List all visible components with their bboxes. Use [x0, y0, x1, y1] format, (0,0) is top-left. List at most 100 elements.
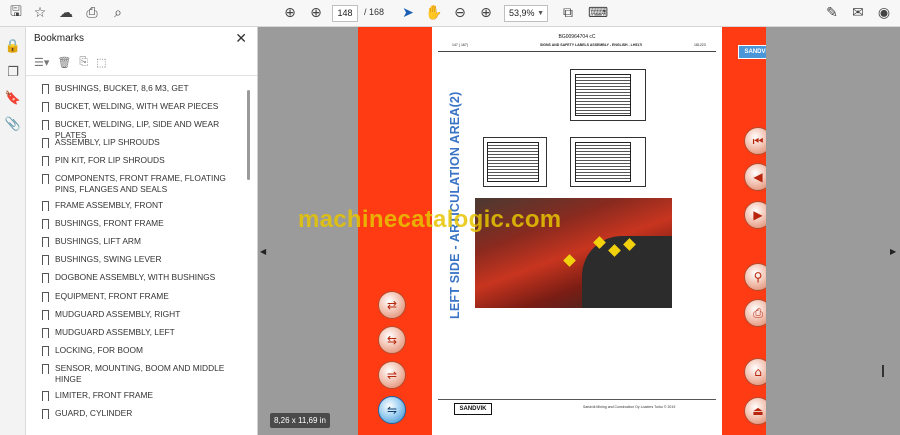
list-item[interactable]: BUSHINGS, LIFT ARM: [42, 236, 244, 247]
close-icon[interactable]: ✕: [235, 30, 247, 47]
nav-button-2[interactable]: ⇆: [378, 326, 406, 354]
zoom-in-icon[interactable]: ⊕: [476, 4, 496, 22]
sign-pen-icon[interactable]: ✎: [822, 4, 842, 22]
next-page-icon[interactable]: ▶: [744, 201, 766, 229]
watermark: machinecatalogic.com: [298, 206, 562, 233]
bookmark-icon: [42, 391, 49, 401]
list-item[interactable]: MUDGUARD ASSEMBLY, LEFT: [42, 327, 244, 338]
list-item[interactable]: MUDGUARD ASSEMBLY, RIGHT: [42, 309, 244, 320]
list-item[interactable]: EQUIPMENT, FRONT FRAME: [42, 291, 244, 302]
page-size-badge: 8,26 x 11,69 in: [270, 413, 330, 428]
zoom-out-icon[interactable]: ⊖: [450, 4, 470, 22]
scrollbar[interactable]: [247, 90, 250, 180]
first-page-icon[interactable]: ⏮: [744, 127, 766, 155]
list-item[interactable]: LIMITER, FRONT FRAME: [42, 390, 244, 401]
tag-icon[interactable]: ⬚: [96, 56, 106, 69]
header-title: SIGNS AND SAFETY LABELS ASSEMBLY - ENGLI…: [540, 43, 643, 47]
bookmark-icon: [42, 174, 49, 184]
previous-page-icon[interactable]: ⊕: [280, 4, 300, 22]
email-icon[interactable]: ✉: [848, 4, 868, 22]
prev-page-icon[interactable]: ◀: [744, 163, 766, 191]
document-code: BG00964704 cC: [558, 34, 596, 40]
save-icon[interactable]: 🖫: [6, 4, 26, 22]
delete-icon[interactable]: 🗑: [57, 56, 71, 69]
footer-text: Sandvik Mining and Construction Oy Loade…: [583, 405, 676, 409]
header-date: 181223: [694, 43, 706, 47]
panel-title: Bookmarks: [34, 33, 85, 44]
list-item[interactable]: BUSHINGS, SWING LEVER: [42, 254, 244, 265]
bookmark-icon: [42, 156, 49, 166]
scrollbar-thumb[interactable]: [882, 365, 884, 377]
new-bookmark-icon[interactable]: ⎘: [79, 56, 88, 69]
bookmark-icon: [42, 255, 49, 265]
bookmark-icon: [42, 364, 49, 374]
zoom-select[interactable]: 53,9% ▼: [504, 5, 548, 22]
print-icon[interactable]: ⎙: [82, 4, 102, 22]
label-plate-left: [483, 137, 547, 187]
nav-button-3[interactable]: ⇌: [378, 361, 406, 389]
hand-tool-icon[interactable]: ✋: [424, 4, 444, 22]
header-divider: [438, 51, 716, 52]
keyboard-icon[interactable]: ⌨: [588, 4, 608, 22]
bookmark-tools: ☰▾ 🗑 ⎘ ⬚: [34, 54, 107, 70]
marker-shape: [563, 254, 576, 267]
bookmark-list: BUSHINGS, BUCKET, 8,6 M3, GET BUCKET, WE…: [26, 79, 248, 435]
bookmark-star-icon[interactable]: ☆: [30, 4, 50, 22]
next-page-icon[interactable]: ⊕: [306, 4, 326, 22]
printer-icon[interactable]: ⎙: [744, 299, 766, 327]
lock-icon[interactable]: 🔒: [4, 37, 22, 55]
options-menu-icon[interactable]: ☰▾: [34, 56, 49, 69]
list-item[interactable]: BUSHINGS, BUCKET, 8,6 M3, GET: [42, 83, 244, 94]
select-cursor-icon[interactable]: ➤: [398, 4, 418, 22]
divider: [26, 75, 257, 76]
bookmark-icon: [42, 120, 49, 130]
fit-page-icon[interactable]: ⧉: [558, 4, 578, 22]
header-page-ref: 147 ( 167): [452, 43, 468, 47]
binoculars-icon[interactable]: ⚲: [744, 263, 766, 291]
list-item[interactable]: LOCKING, FOR BOOM: [42, 345, 244, 356]
bookmark-icon: [42, 237, 49, 247]
nav-button-1[interactable]: ⇄: [378, 291, 406, 319]
main-toolbar: 🖫 ☆ ☁ ⎙ ⌕ ⊕ ⊕ 148 / 168 ➤ ✋ ⊖ ⊕ 53,9% ▼ ⧉…: [0, 0, 900, 27]
bookmark-icon: [42, 310, 49, 320]
search-icon[interactable]: ⌕: [108, 4, 128, 22]
exit-icon[interactable]: ⏏: [744, 397, 766, 425]
nav-button-4[interactable]: ⇋: [378, 396, 406, 424]
label-plate-top: [570, 69, 646, 121]
home-icon[interactable]: ⌂: [744, 358, 766, 386]
list-item[interactable]: ASSEMBLY, LIP SHROUDS: [42, 137, 244, 148]
pages-icon[interactable]: ❐: [4, 63, 22, 81]
bookmark-icon: [42, 84, 49, 94]
list-item[interactable]: FRAME ASSEMBLY, FRONT: [42, 200, 244, 211]
list-item[interactable]: SENSOR, MOUNTING, BOOM AND MIDDLE HINGE: [42, 363, 244, 385]
bookmark-icon: [42, 292, 49, 302]
bookmark-icon: [42, 328, 49, 338]
chevron-down-icon: ▼: [537, 10, 544, 17]
bookmark-icon: [42, 273, 49, 283]
list-item[interactable]: PIN KIT, FOR LIP SHROUDS: [42, 155, 244, 166]
list-item[interactable]: COMPONENTS, FRONT FRAME, FLOATING PINS, …: [42, 173, 244, 195]
cloud-upload-icon[interactable]: ☁: [56, 4, 76, 22]
label-plate-right: [570, 137, 646, 187]
list-item[interactable]: BUSHINGS, FRONT FRAME: [42, 218, 244, 229]
sandvik-logo-footer: SANDVIK: [454, 403, 492, 415]
list-item[interactable]: BUCKET, WELDING, WITH WEAR PIECES: [42, 101, 244, 112]
footer-divider: [438, 399, 716, 400]
collapse-right-icon[interactable]: ▶: [890, 247, 896, 256]
collapse-left-icon[interactable]: ◀: [260, 247, 266, 256]
list-item[interactable]: GUARD, CYLINDER: [42, 408, 244, 419]
left-tool-rail: 🔒 ❐ 🔖 📎: [0, 27, 26, 435]
bookmark-icon: [42, 219, 49, 229]
list-item[interactable]: DOGBONE ASSEMBLY, WITH BUSHINGS: [42, 272, 244, 283]
page-total: / 168: [364, 7, 385, 17]
bookmarks-panel: Bookmarks ✕ ☰▾ 🗑 ⎘ ⬚ BUSHINGS, BUCKET, 8…: [26, 27, 258, 435]
bookmark-icon: [42, 138, 49, 148]
bookmark-icon: [42, 201, 49, 211]
bookmark-icon: [42, 409, 49, 419]
attachment-icon[interactable]: 📎: [4, 115, 22, 133]
account-icon[interactable]: ◉: [874, 4, 894, 22]
page-number-input[interactable]: 148: [332, 5, 358, 22]
bookmarks-icon[interactable]: 🔖: [4, 89, 22, 107]
bookmark-icon: [42, 346, 49, 356]
sandvik-logo: SANDVIK: [738, 45, 766, 59]
